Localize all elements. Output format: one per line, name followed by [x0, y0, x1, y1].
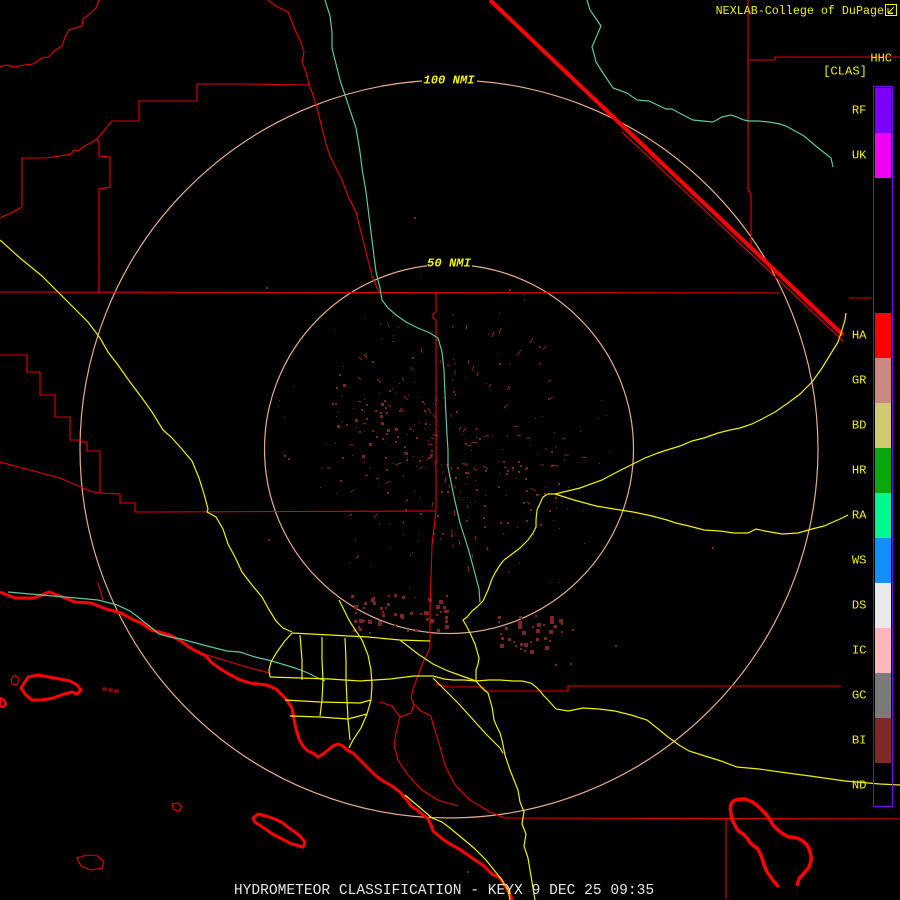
svg-text:GC: GC — [852, 689, 867, 703]
svg-text:50 NMI: 50 NMI — [427, 257, 472, 271]
svg-text:100 NMI: 100 NMI — [423, 74, 475, 88]
svg-text:RA: RA — [852, 509, 867, 523]
svg-text:HYDROMETEOR CLASSIFICATION - K: HYDROMETEOR CLASSIFICATION - KEYX 9 DEC … — [234, 883, 654, 899]
svg-text:HA: HA — [852, 329, 867, 343]
svg-text:NEXLAB-College of DuPage: NEXLAB-College of DuPage — [716, 4, 884, 18]
svg-text:BD: BD — [852, 419, 867, 433]
svg-text:[CLAS]: [CLAS] — [823, 65, 867, 79]
svg-text:HR: HR — [852, 464, 867, 478]
svg-text:UK: UK — [852, 149, 867, 163]
svg-text:GR: GR — [852, 374, 867, 388]
svg-text:DS: DS — [852, 599, 867, 613]
svg-text:WS: WS — [852, 554, 867, 568]
svg-text:IC: IC — [852, 644, 867, 658]
svg-text:RF: RF — [852, 104, 867, 118]
svg-text:BI: BI — [852, 734, 867, 748]
svg-text:ND: ND — [852, 779, 867, 793]
svg-text:HHC: HHC — [870, 52, 892, 66]
